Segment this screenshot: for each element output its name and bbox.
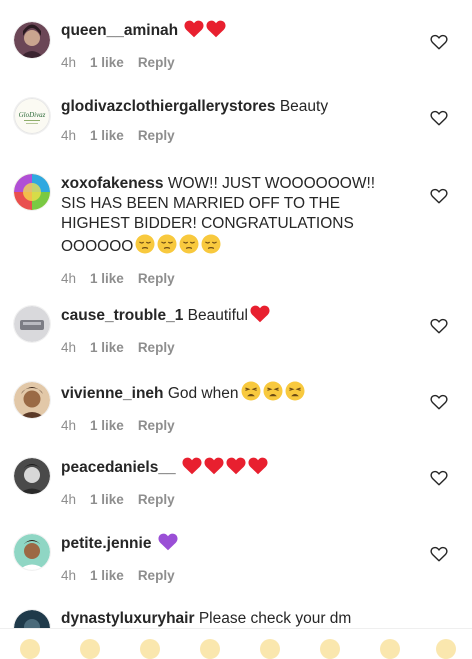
comment-body: God when — [167, 385, 239, 402]
comment-meta: 4h 1 like Reply — [61, 55, 396, 70]
comment-body: Beauty — [279, 98, 329, 115]
reply-button[interactable]: Reply — [138, 55, 175, 70]
pensive-face-emoji — [201, 234, 221, 260]
avatar[interactable]: GloDivaz — [14, 98, 50, 134]
comment-text: peacedaniels__ — [61, 457, 396, 481]
reply-button[interactable]: Reply — [138, 271, 175, 286]
comment-meta: 4h 1 like Reply — [61, 418, 396, 433]
emoji-quick-bar — [0, 628, 472, 659]
comment-text: dynastyluxuryhair Please check your dm — [61, 609, 396, 629]
pensive-face-emoji — [135, 234, 155, 260]
emoji-button[interactable] — [436, 639, 456, 659]
red-heart-emoji — [206, 20, 226, 44]
comment-time: 4h — [61, 418, 77, 433]
red-heart-emoji — [182, 457, 202, 481]
comment-time: 4h — [61, 271, 77, 286]
pensive-face-emoji — [157, 234, 177, 260]
heart-outline-icon[interactable] — [430, 188, 448, 204]
avatar[interactable] — [14, 22, 50, 58]
emoji-button[interactable] — [20, 639, 40, 659]
comment-meta: 4h 1 like Reply — [61, 271, 396, 286]
weary-face-emoji — [241, 381, 261, 407]
comment-username[interactable]: vivienne_ineh — [61, 385, 164, 402]
reply-button[interactable]: Reply — [138, 568, 175, 583]
avatar[interactable] — [14, 306, 50, 342]
avatar[interactable] — [14, 174, 50, 210]
comment-time: 4h — [61, 128, 77, 143]
comment-text: petite.jennie — [61, 533, 396, 557]
red-heart-emoji — [184, 20, 204, 44]
comment-username[interactable]: dynastyluxuryhair — [61, 610, 195, 627]
emoji-button[interactable] — [200, 639, 220, 659]
emoji-button[interactable] — [320, 639, 340, 659]
comment-text: cause_trouble_1 Beautiful — [61, 305, 396, 329]
reply-button[interactable]: Reply — [138, 418, 175, 433]
purple-heart-emoji — [158, 533, 178, 557]
heart-outline-icon[interactable] — [430, 318, 448, 334]
comment-body: Beautiful — [187, 307, 248, 324]
comment-meta: 4h 1 like Reply — [61, 492, 396, 507]
emoji-button[interactable] — [260, 639, 280, 659]
comment-username[interactable]: xoxofakeness — [61, 175, 164, 192]
comment-username[interactable]: queen__aminah — [61, 22, 178, 39]
comment-likes[interactable]: 1 like — [90, 492, 124, 507]
comment-text: xoxofakeness WOW!! JUST WOOOOOOW!! SIS H… — [61, 174, 396, 260]
comment-likes[interactable]: 1 like — [90, 271, 124, 286]
comment-meta: 4h 1 like Reply — [61, 340, 396, 355]
avatar[interactable] — [14, 382, 50, 418]
emoji-button[interactable] — [140, 639, 160, 659]
red-heart-emoji — [226, 457, 246, 481]
comment-likes[interactable]: 1 like — [90, 128, 124, 143]
red-heart-emoji — [204, 457, 224, 481]
reply-button[interactable]: Reply — [138, 128, 175, 143]
comment-time: 4h — [61, 340, 77, 355]
comment-time: 4h — [61, 568, 77, 583]
avatar[interactable] — [14, 534, 50, 570]
emoji-button[interactable] — [80, 639, 100, 659]
comment-username[interactable]: glodivazclothiergallerystores — [61, 98, 276, 115]
comment-username[interactable]: cause_trouble_1 — [61, 307, 183, 324]
comment-username[interactable]: peacedaniels__ — [61, 459, 176, 476]
comment-meta: 4h 1 like Reply — [61, 128, 396, 143]
comment-time: 4h — [61, 492, 77, 507]
avatar[interactable] — [14, 458, 50, 494]
comment-likes[interactable]: 1 like — [90, 418, 124, 433]
heart-outline-icon[interactable] — [430, 470, 448, 486]
weary-face-emoji — [285, 381, 305, 407]
red-heart-emoji — [250, 305, 270, 329]
comment-likes[interactable]: 1 like — [90, 340, 124, 355]
weary-face-emoji — [263, 381, 283, 407]
comment-username[interactable]: petite.jennie — [61, 535, 151, 552]
heart-outline-icon[interactable] — [430, 34, 448, 50]
heart-outline-icon[interactable] — [430, 546, 448, 562]
red-heart-emoji — [248, 457, 268, 481]
comment-text: queen__aminah — [61, 20, 396, 44]
pensive-face-emoji — [179, 234, 199, 260]
heart-outline-icon[interactable] — [430, 110, 448, 126]
comment-text: vivienne_ineh God when — [61, 381, 396, 407]
comment-meta: 4h 1 like Reply — [61, 568, 396, 583]
reply-button[interactable]: Reply — [138, 492, 175, 507]
comment-likes[interactable]: 1 like — [90, 568, 124, 583]
comment-likes[interactable]: 1 like — [90, 55, 124, 70]
logo-text: GloDivaz — [19, 111, 46, 119]
comment-body: Please check your dm — [198, 610, 352, 627]
emoji-button[interactable] — [380, 639, 400, 659]
comment-time: 4h — [61, 55, 77, 70]
heart-outline-icon[interactable] — [430, 394, 448, 410]
comment-text: glodivazclothiergallerystores Beauty — [61, 97, 396, 117]
reply-button[interactable]: Reply — [138, 340, 175, 355]
